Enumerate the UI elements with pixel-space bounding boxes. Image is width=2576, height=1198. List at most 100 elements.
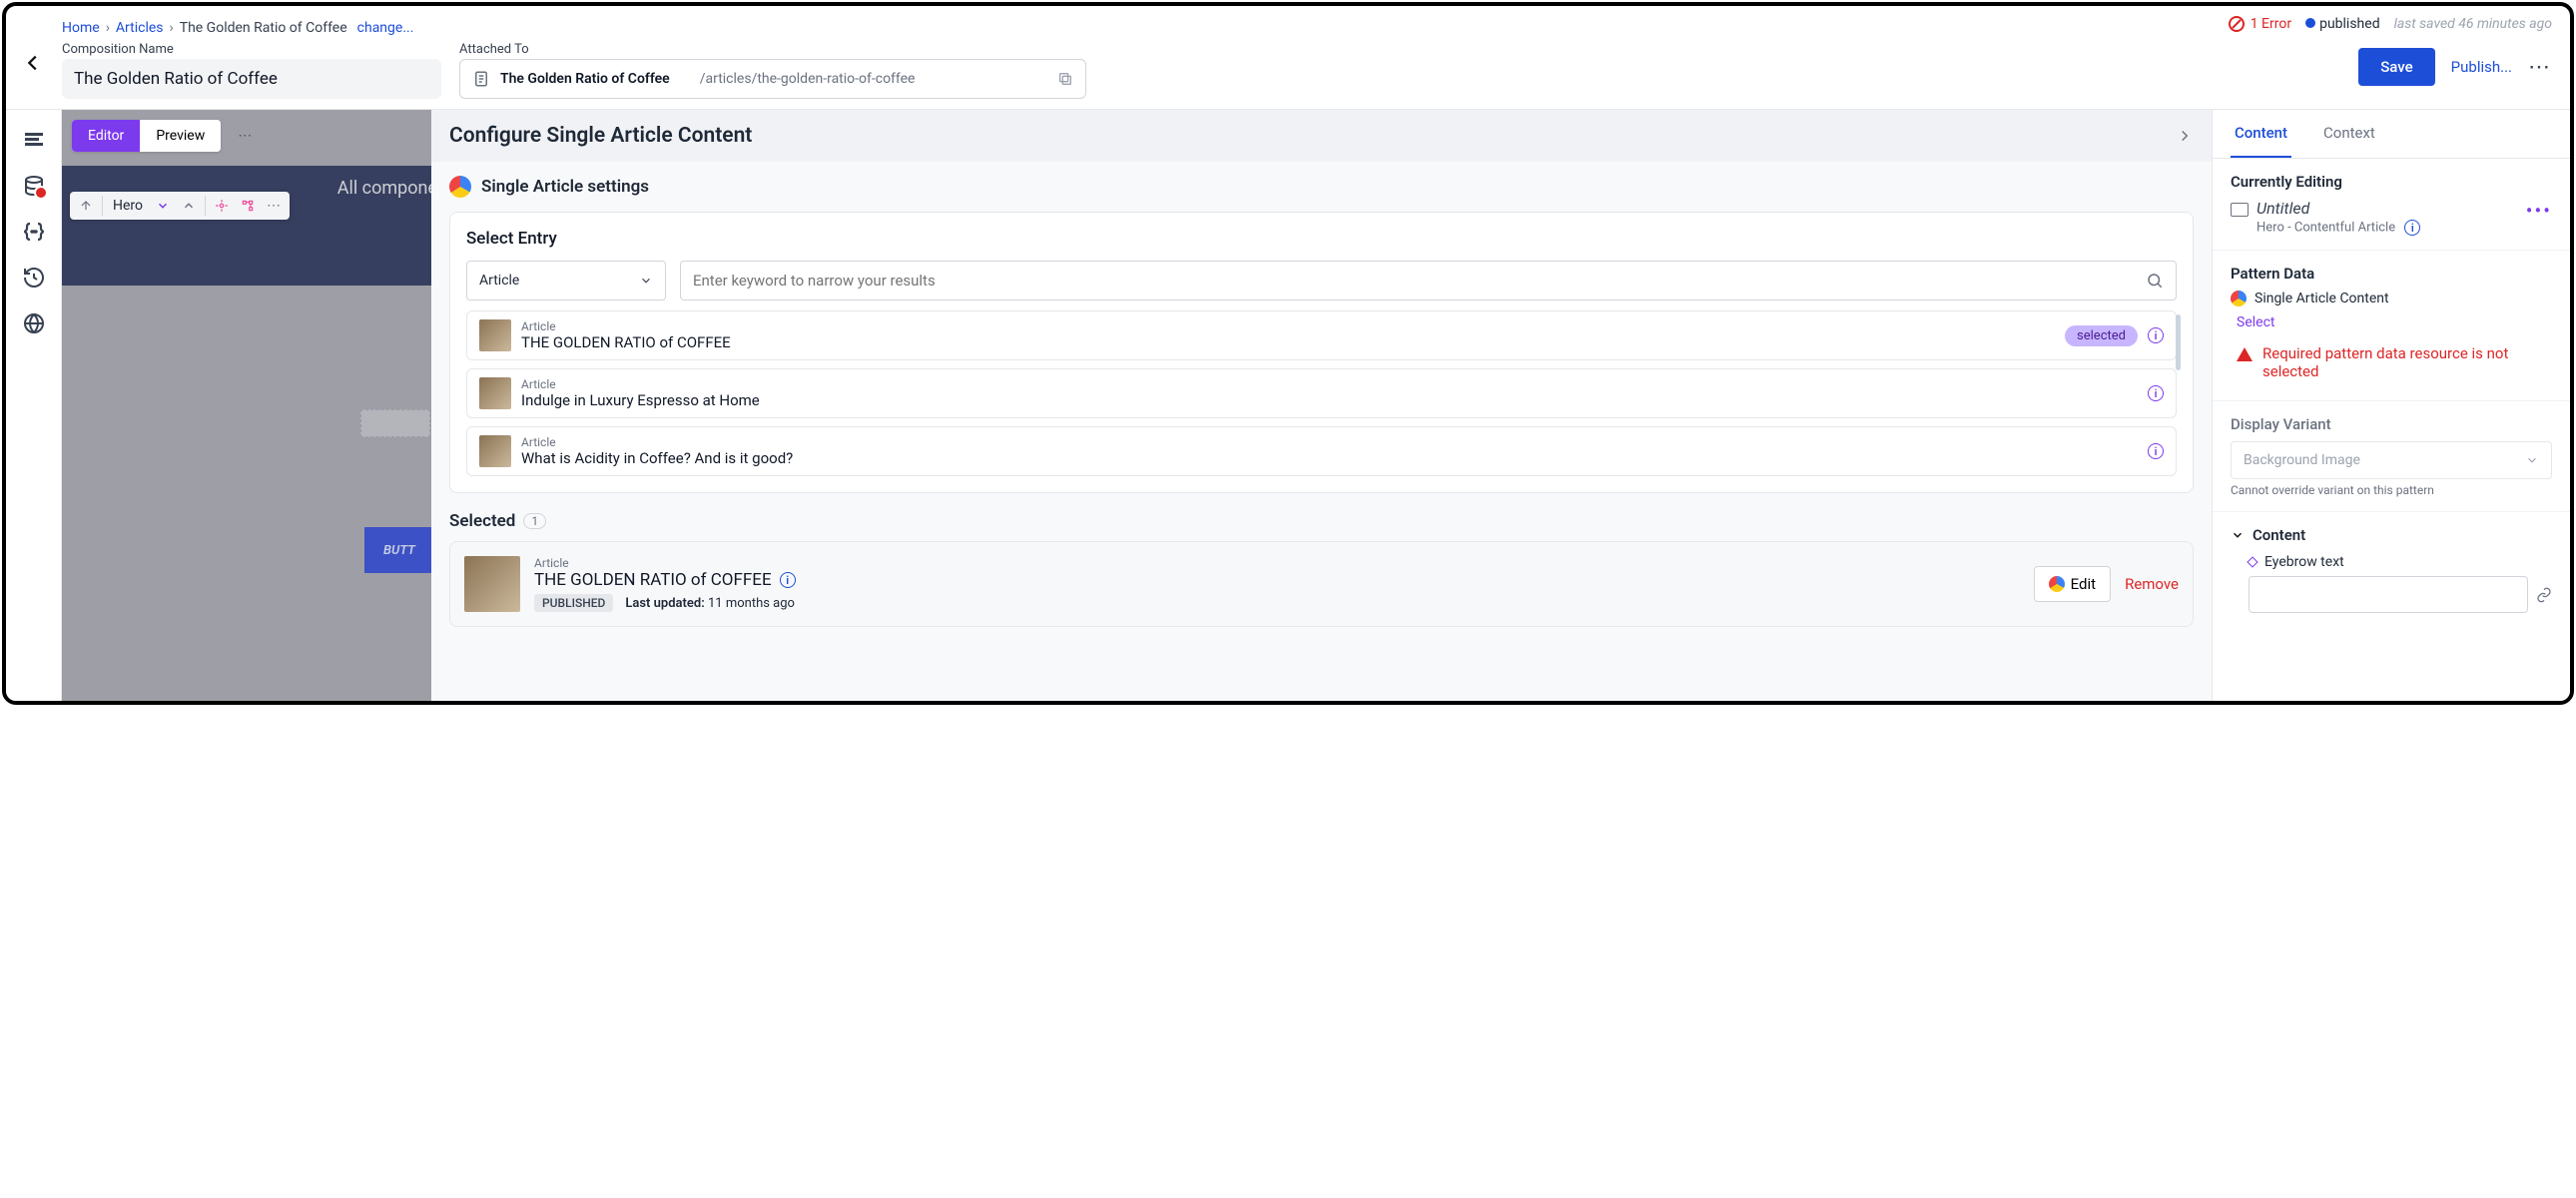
attached-to-label: Attached To (459, 42, 1086, 57)
chip-more-icon[interactable]: ⋯ (264, 196, 284, 216)
info-icon[interactable]: i (2148, 385, 2164, 401)
document-icon (472, 70, 490, 88)
breadcrumb-articles[interactable]: Articles (116, 20, 164, 36)
search-icon (2146, 272, 2164, 290)
publish-button[interactable]: Publish... (2451, 58, 2512, 76)
attached-title: The Golden Ratio of Coffee (500, 71, 670, 87)
pattern-data-name: Single Article Content (2254, 291, 2389, 306)
variant-select: Background Image (2231, 441, 2552, 479)
info-icon[interactable]: i (780, 572, 796, 588)
entry-title: What is Acidity in Coffee? And is it goo… (521, 449, 2138, 467)
globe-icon[interactable] (22, 311, 46, 335)
error-badge[interactable]: 1 Error (2229, 16, 2291, 32)
entry-type: Article (521, 319, 2055, 333)
editing-more-icon[interactable]: ••• (2526, 199, 2552, 223)
scrollbar[interactable] (2176, 314, 2181, 370)
entry-type: Article (521, 377, 2138, 391)
entry-row[interactable]: Article Indulge in Luxury Espresso at Ho… (466, 368, 2177, 418)
pattern-error: Required pattern data resource is not se… (2231, 338, 2552, 386)
chevron-up-icon[interactable] (179, 196, 199, 216)
breadcrumb: Home › Articles › The Golden Ratio of Co… (62, 16, 2217, 40)
selected-title: THE GOLDEN RATIO of COFFEE (534, 570, 772, 590)
left-rail (6, 110, 62, 701)
last-saved: last saved 46 minutes ago (2394, 16, 2552, 32)
entry-thumbnail (479, 319, 511, 351)
selected-thumbnail (464, 556, 520, 612)
preview-tab[interactable]: Preview (140, 120, 221, 152)
save-button[interactable]: Save (2358, 48, 2434, 86)
breadcrumb-separator: › (170, 20, 174, 36)
entry-thumbnail (479, 377, 511, 409)
info-icon[interactable]: i (2148, 443, 2164, 459)
chevron-down-icon (2525, 453, 2539, 467)
pattern-select-button[interactable]: Select (2231, 306, 2280, 338)
more-menu-icon[interactable]: ⋯ (2528, 55, 2552, 80)
remove-button[interactable]: Remove (2125, 575, 2179, 593)
pattern-data-heading: Pattern Data (2231, 265, 2552, 283)
back-button[interactable] (16, 46, 50, 80)
currently-editing-heading: Currently Editing (2231, 173, 2552, 191)
entry-row[interactable]: Article THE GOLDEN RATIO of COFFEE selec… (466, 310, 2177, 360)
breadcrumb-change[interactable]: change... (357, 20, 414, 36)
selected-type: Article (534, 556, 2020, 570)
breadcrumb-current: The Golden Ratio of Coffee (180, 20, 347, 36)
composition-name-input[interactable] (62, 59, 441, 99)
display-variant-heading: Display Variant (2231, 415, 2552, 433)
chevron-down-icon[interactable] (153, 196, 173, 216)
entry-thumbnail (479, 435, 511, 467)
composition-name-label: Composition Name (62, 42, 441, 57)
history-icon[interactable] (22, 266, 46, 290)
copy-icon[interactable] (1057, 71, 1073, 87)
attached-path: /articles/the-golden-ratio-of-coffee (680, 71, 1047, 87)
editing-title: Untitled (2256, 199, 2420, 218)
content-section-toggle[interactable]: Content (2231, 526, 2552, 544)
link-icon[interactable] (2536, 587, 2552, 603)
entry-type: Article (521, 435, 2138, 449)
search-input[interactable] (693, 272, 2138, 290)
search-input-wrapper[interactable] (680, 261, 2177, 300)
up-arrow-icon[interactable] (76, 196, 96, 216)
editor-tab[interactable]: Editor (72, 120, 140, 152)
published-badge: PUBLISHED (534, 594, 613, 612)
contentful-logo-icon (2231, 291, 2247, 306)
tab-content[interactable]: Content (2231, 110, 2291, 158)
select-entry-label: Select Entry (466, 229, 2177, 249)
eyebrow-field-row: Eyebrow text (2249, 554, 2552, 570)
entry-row[interactable]: Article What is Acidity in Coffee? And i… (466, 426, 2177, 476)
selected-count: 1 (523, 513, 546, 529)
publish-status: published (2305, 16, 2380, 32)
breadcrumb-separator: › (106, 20, 110, 36)
monitor-icon (2231, 203, 2249, 217)
layers-icon[interactable] (22, 128, 46, 152)
code-braces-icon[interactable] (22, 220, 46, 244)
canvas: Editor Preview ⋯ All compone Hero ⋯ BUTT (62, 110, 431, 701)
edit-button[interactable]: Edit (2034, 566, 2111, 602)
settings-title: Single Article settings (481, 177, 649, 197)
diamond-icon (2247, 556, 2257, 567)
contentful-logo-icon (2049, 576, 2065, 592)
collapse-panel-icon[interactable] (2176, 127, 2194, 145)
chevron-down-icon (639, 274, 653, 288)
type-filter-dropdown[interactable]: Article (466, 261, 666, 300)
tab-context[interactable]: Context (2319, 110, 2379, 158)
updated-value: 11 months ago (708, 596, 795, 611)
selected-heading: Selected (449, 511, 515, 531)
target-icon[interactable] (212, 196, 232, 216)
tree-icon[interactable] (238, 196, 258, 216)
config-panel-title: Configure Single Article Content (449, 124, 752, 148)
eyebrow-text-input[interactable] (2249, 576, 2528, 613)
database-icon[interactable] (22, 174, 46, 198)
info-icon[interactable]: i (2404, 220, 2420, 236)
breadcrumb-home[interactable]: Home (62, 20, 100, 36)
contentful-logo-icon (449, 176, 471, 198)
hero-breadcrumb-chip[interactable]: Hero ⋯ (70, 192, 290, 220)
editing-subtitle: Hero - Contentful Article i (2256, 220, 2420, 236)
selected-entry-card: Article THE GOLDEN RATIO of COFFEE i PUB… (449, 541, 2194, 627)
entry-title: THE GOLDEN RATIO of COFFEE (521, 333, 2055, 351)
info-icon[interactable]: i (2148, 327, 2164, 343)
error-icon (2229, 16, 2245, 32)
selected-badge: selected (2065, 325, 2138, 346)
attached-to-box[interactable]: The Golden Ratio of Coffee /articles/the… (459, 59, 1086, 99)
updated-label: Last updated: (625, 596, 704, 611)
canvas-more-icon[interactable]: ⋯ (229, 120, 261, 152)
